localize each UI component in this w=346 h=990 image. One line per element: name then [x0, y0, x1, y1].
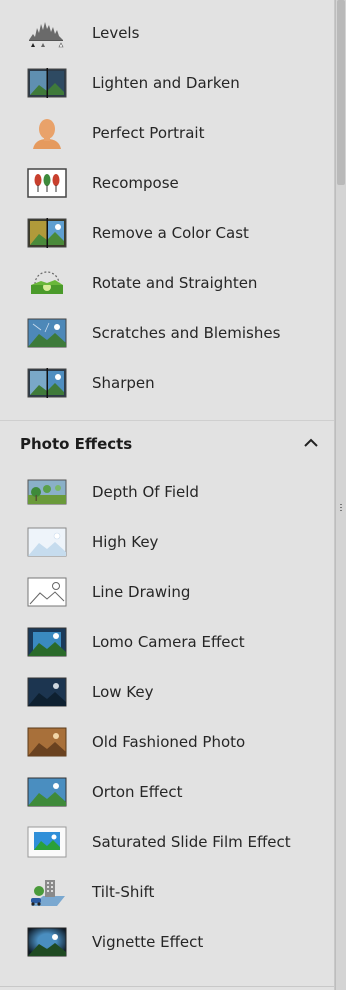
item-label: High Key — [92, 533, 159, 551]
item-label: Tilt-Shift — [92, 883, 155, 901]
scrollbar[interactable] — [335, 0, 346, 990]
item-label: Lomo Camera Effect — [92, 633, 245, 651]
line-drawing-icon — [26, 576, 68, 608]
item-label: Recompose — [92, 174, 179, 192]
low-key-icon — [26, 676, 68, 708]
orton-icon — [26, 776, 68, 808]
item-label: Lighten and Darken — [92, 74, 240, 92]
item-vignette-effect[interactable]: Vignette Effect — [0, 917, 334, 967]
section-title: Photo Effects — [20, 435, 133, 453]
photo-effects-header[interactable]: Photo Effects — [0, 420, 334, 467]
item-label: Levels — [92, 24, 140, 42]
item-label: Sharpen — [92, 374, 155, 392]
item-perfect-portrait[interactable]: Perfect Portrait — [0, 108, 334, 158]
item-tilt-shift[interactable]: Tilt-Shift — [0, 867, 334, 917]
item-label: Line Drawing — [92, 583, 191, 601]
item-label: Perfect Portrait — [92, 124, 205, 142]
item-lomo-camera[interactable]: Lomo Camera Effect — [0, 617, 334, 667]
item-rotate-straighten[interactable]: Rotate and Straighten — [0, 258, 334, 308]
item-recompose[interactable]: Recompose — [0, 158, 334, 208]
scratches-icon — [26, 317, 68, 349]
chevron-up-icon[interactable] — [302, 434, 320, 452]
item-label: Orton Effect — [92, 783, 183, 801]
item-high-key[interactable]: High Key — [0, 517, 334, 567]
portrait-icon — [26, 117, 68, 149]
item-saturated-slide-film[interactable]: Saturated Slide Film Effect — [0, 817, 334, 867]
item-label: Depth Of Field — [92, 483, 199, 501]
old-fashioned-icon — [26, 726, 68, 758]
vignette-icon — [26, 926, 68, 958]
recompose-icon — [26, 167, 68, 199]
item-label: Old Fashioned Photo — [92, 733, 246, 751]
tilt-shift-icon — [26, 876, 68, 908]
item-label: Rotate and Straighten — [92, 274, 258, 292]
guided-edits-panel: Levels Lighten and Darken Perfect Portra… — [0, 0, 335, 990]
sharpen-icon — [26, 367, 68, 399]
scrollbar-thumb[interactable] — [337, 0, 345, 185]
item-orton-effect[interactable]: Orton Effect — [0, 767, 334, 817]
item-lighten-darken[interactable]: Lighten and Darken — [0, 58, 334, 108]
item-label: Remove a Color Cast — [92, 224, 249, 242]
saturated-slide-icon — [26, 826, 68, 858]
bottom-divider — [0, 986, 334, 987]
lighten-darken-icon — [26, 67, 68, 99]
item-remove-color-cast[interactable]: Remove a Color Cast — [0, 208, 334, 258]
item-sharpen[interactable]: Sharpen — [0, 358, 334, 408]
item-levels[interactable]: Levels — [0, 8, 334, 58]
item-depth-of-field[interactable]: Depth Of Field — [0, 467, 334, 517]
depth-of-field-icon — [26, 476, 68, 508]
item-low-key[interactable]: Low Key — [0, 667, 334, 717]
item-old-fashioned[interactable]: Old Fashioned Photo — [0, 717, 334, 767]
scrollbar-grip-icon — [339, 503, 343, 513]
color-cast-icon — [26, 217, 68, 249]
item-line-drawing[interactable]: Line Drawing — [0, 567, 334, 617]
high-key-icon — [26, 526, 68, 558]
item-label: Vignette Effect — [92, 933, 204, 951]
item-label: Low Key — [92, 683, 154, 701]
item-label: Saturated Slide Film Effect — [92, 833, 291, 851]
levels-icon — [26, 17, 68, 49]
item-scratches-blemishes[interactable]: Scratches and Blemishes — [0, 308, 334, 358]
rotate-straighten-icon — [26, 267, 68, 299]
item-label: Scratches and Blemishes — [92, 324, 281, 342]
lomo-icon — [26, 626, 68, 658]
